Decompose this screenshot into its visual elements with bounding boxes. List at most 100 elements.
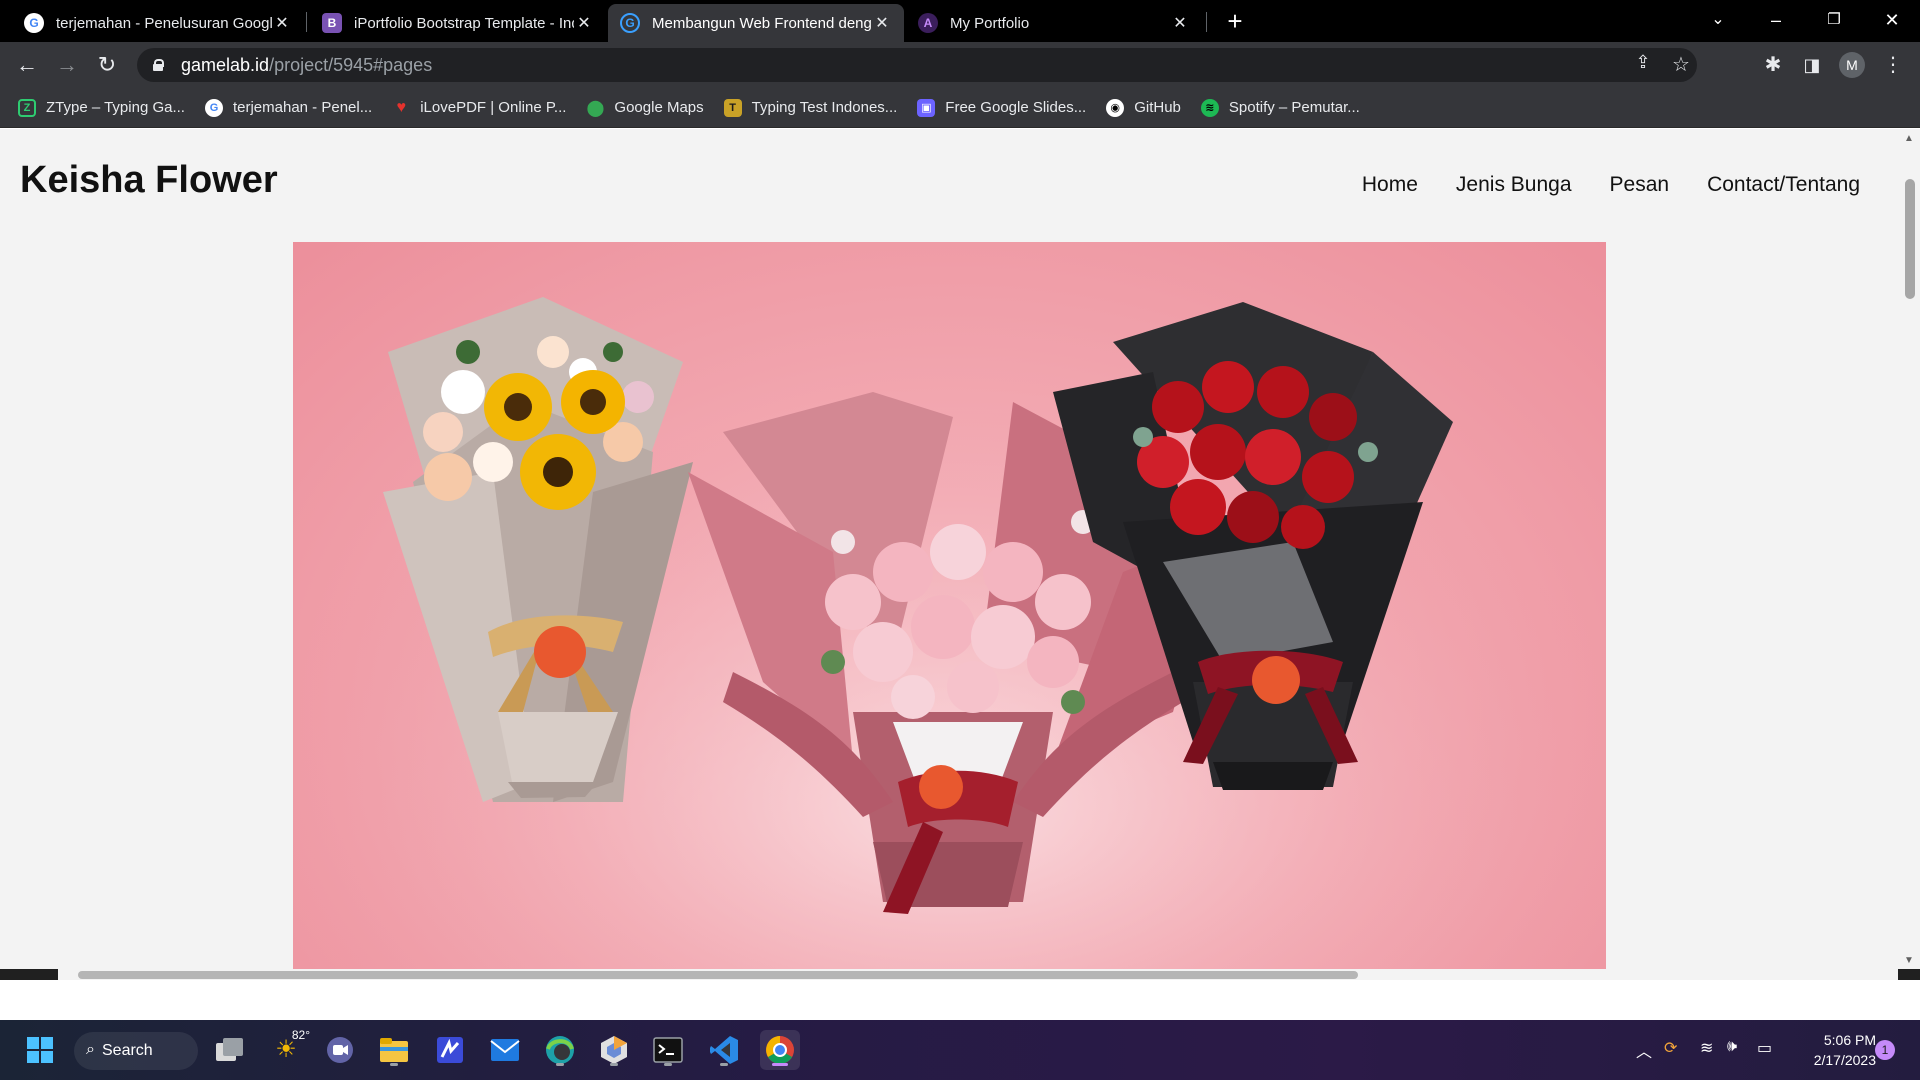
- heart-icon: ♥: [396, 98, 406, 116]
- menu-kebab-icon[interactable]: ⋮: [1878, 50, 1908, 80]
- weather-widget[interactable]: ☀ 82°: [266, 1028, 310, 1070]
- mail-icon[interactable]: [485, 1030, 525, 1070]
- nav-link-pesan[interactable]: Pesan: [1610, 173, 1670, 197]
- google-icon: G: [24, 13, 44, 33]
- close-tab-icon[interactable]: ✕: [1170, 13, 1190, 33]
- horizontal-scrollbar-thumb[interactable]: [78, 971, 1358, 979]
- terminal-icon[interactable]: [648, 1030, 688, 1070]
- notification-badge[interactable]: 1: [1875, 1040, 1895, 1060]
- bookmark-typing-test[interactable]: T Typing Test Indones...: [723, 98, 898, 117]
- vertical-scrollbar[interactable]: ▲ ▼: [1900, 129, 1920, 969]
- bookmark-google-search[interactable]: G terjemahan - Penel...: [204, 98, 373, 117]
- taskbar-search[interactable]: ⌕ Search: [74, 1032, 198, 1070]
- address-bar[interactable]: gamelab.id /project/5945#pages ☆ ⇪: [137, 48, 1697, 82]
- page-bottom-strip: [0, 980, 1920, 1020]
- bookmark-github[interactable]: ◉ GitHub: [1106, 98, 1181, 117]
- site-brand[interactable]: Keisha Flower: [20, 159, 278, 202]
- share-icon[interactable]: ⇪: [1631, 52, 1655, 73]
- tab-title: terjemahan - Penelusuran Google: [56, 14, 272, 32]
- new-tab-button[interactable]: +: [1220, 6, 1250, 36]
- close-tab-icon[interactable]: ✕: [272, 13, 292, 33]
- task-view-icon[interactable]: [210, 1030, 250, 1070]
- vscode-icon[interactable]: [704, 1030, 744, 1070]
- bookmark-label: Spotify – Pemutar...: [1228, 99, 1360, 116]
- close-tab-icon[interactable]: ✕: [574, 13, 594, 33]
- git-client-icon[interactable]: [594, 1030, 634, 1070]
- teams-chat-icon[interactable]: [320, 1030, 360, 1070]
- windows-start-icon[interactable]: [20, 1030, 60, 1070]
- tab-separator: [306, 12, 307, 32]
- hero-image: [293, 242, 1606, 969]
- gamelab-icon: G: [620, 13, 640, 33]
- restore-button[interactable]: ❐: [1806, 0, 1862, 42]
- lock-icon[interactable]: [153, 59, 164, 71]
- spotify-icon: ≋: [1200, 98, 1219, 117]
- nav-link-home[interactable]: Home: [1362, 173, 1418, 197]
- tab-search-icon[interactable]: ⌄: [1690, 0, 1746, 42]
- battery-icon[interactable]: ▭: [1757, 1038, 1772, 1058]
- ztype-icon: Z: [18, 98, 36, 117]
- close-window-button[interactable]: ✕: [1864, 0, 1920, 42]
- site-header: Keisha Flower Home Jenis Bunga Pesan Con…: [0, 129, 1900, 239]
- nav-link-contact-tentang[interactable]: Contact/Tentang: [1707, 173, 1860, 197]
- browser-tab-strip: G terjemahan - Penelusuran Google ✕ B iP…: [0, 0, 1920, 42]
- bookmark-label: Typing Test Indones...: [751, 99, 898, 116]
- running-indicator: [610, 1063, 618, 1066]
- wifi-icon[interactable]: ≋: [1700, 1038, 1713, 1058]
- bouquets-illustration: [293, 242, 1606, 969]
- whiteboard-app-icon[interactable]: [430, 1030, 470, 1070]
- file-explorer-icon[interactable]: [374, 1030, 414, 1070]
- bookmark-free-google-slides[interactable]: ▣ Free Google Slides...: [917, 98, 1087, 117]
- browser-toolbar: ← → ↻ gamelab.id /project/5945#pages ☆ ⇪…: [0, 42, 1920, 88]
- reload-button[interactable]: ↻: [92, 50, 122, 80]
- forward-button[interactable]: →: [52, 50, 82, 80]
- show-hidden-icons-chevron-icon[interactable]: ︿: [1636, 1038, 1652, 1062]
- scrollbar-corner: [1898, 969, 1920, 980]
- sync-status-icon[interactable]: ⟳: [1664, 1038, 1677, 1058]
- bookmark-ztype[interactable]: Z ZType – Typing Ga...: [18, 98, 185, 117]
- page-viewport: Keisha Flower Home Jenis Bunga Pesan Con…: [0, 129, 1920, 980]
- bookmarks-bar: Z ZType – Typing Ga... G terjemahan - Pe…: [0, 88, 1920, 128]
- tab-gamelab[interactable]: G Membangun Web Frontend dengan ✕: [608, 4, 904, 42]
- bookmark-spotify[interactable]: ≋ Spotify – Pemutar...: [1200, 98, 1360, 117]
- chrome-browser-icon[interactable]: [760, 1030, 800, 1070]
- minimize-button[interactable]: –: [1748, 0, 1804, 42]
- side-panel-icon[interactable]: ◨: [1797, 50, 1827, 80]
- bookmark-google-maps[interactable]: ⬤ Google Maps: [586, 99, 703, 117]
- edge-browser-icon[interactable]: [540, 1030, 580, 1070]
- tab-my-portfolio[interactable]: A My Portfolio ✕: [906, 4, 1202, 42]
- tab-iportfolio[interactable]: B iPortfolio Bootstrap Template - Index …: [310, 4, 606, 42]
- tab-title: Membangun Web Frontend dengan: [652, 14, 872, 32]
- back-button[interactable]: ←: [12, 50, 42, 80]
- running-indicator: [390, 1063, 398, 1066]
- star-bookmark-icon[interactable]: ☆: [1669, 52, 1693, 77]
- typing-test-icon: T: [723, 98, 742, 117]
- vertical-scrollbar-thumb[interactable]: [1905, 179, 1915, 299]
- bookmark-label: ZType – Typing Ga...: [46, 99, 185, 116]
- extensions-icon[interactable]: ✱: [1758, 50, 1788, 80]
- portfolio-icon: A: [918, 13, 938, 33]
- taskbar-search-label: Search: [102, 1042, 153, 1059]
- bookmark-label: terjemahan - Penel...: [232, 99, 373, 116]
- profile-avatar[interactable]: M: [1839, 52, 1865, 78]
- tab-title: iPortfolio Bootstrap Template - Index: [354, 14, 574, 32]
- running-indicator: [556, 1063, 564, 1066]
- brand-tag: [919, 765, 963, 809]
- volume-icon[interactable]: 🕪: [1727, 1038, 1737, 1056]
- system-clock[interactable]: 5:06 PM 2/17/2023: [1796, 1030, 1876, 1070]
- brand-tag: [534, 626, 586, 678]
- url-host: gamelab.id: [181, 54, 270, 75]
- url-path: /project/5945#pages: [269, 54, 433, 75]
- windows-taskbar: ⌕ Search ☀ 82° ︿ ⟳ ≋ 🕪 ▭ 5:06 PM 2/17/20…: [0, 1020, 1920, 1080]
- active-indicator: [772, 1063, 788, 1066]
- bookmark-ilovepdf[interactable]: ♥ iLovePDF | Online P...: [392, 99, 566, 117]
- bookmark-label: Free Google Slides...: [945, 99, 1087, 116]
- scroll-up-arrow-icon[interactable]: ▲: [1904, 133, 1914, 144]
- nav-link-jenis-bunga[interactable]: Jenis Bunga: [1456, 173, 1572, 197]
- tab-google-search[interactable]: G terjemahan - Penelusuran Google ✕: [12, 4, 304, 42]
- scroll-down-arrow-icon[interactable]: ▼: [1904, 955, 1914, 966]
- bookmark-label: GitHub: [1134, 99, 1181, 116]
- sunflower-3: [520, 434, 596, 510]
- horizontal-scrollbar[interactable]: [0, 969, 1920, 980]
- close-tab-icon[interactable]: ✕: [872, 13, 892, 33]
